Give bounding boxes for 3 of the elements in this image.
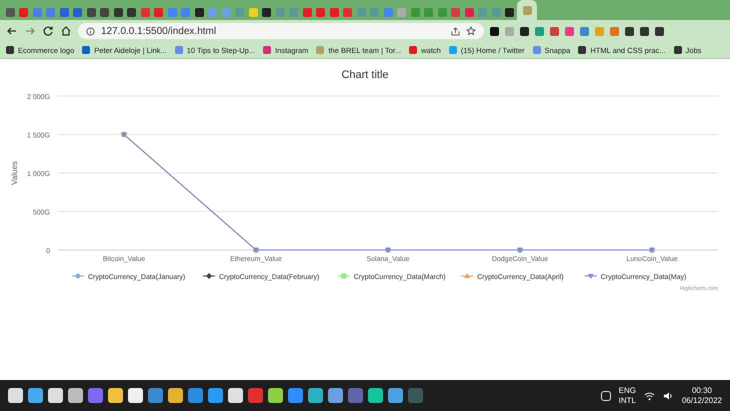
y-axis-title: Values: [10, 161, 19, 185]
chart-title: Chart title: [341, 69, 389, 81]
url-text: 127.0.0.1:5500/index.html: [101, 26, 218, 36]
